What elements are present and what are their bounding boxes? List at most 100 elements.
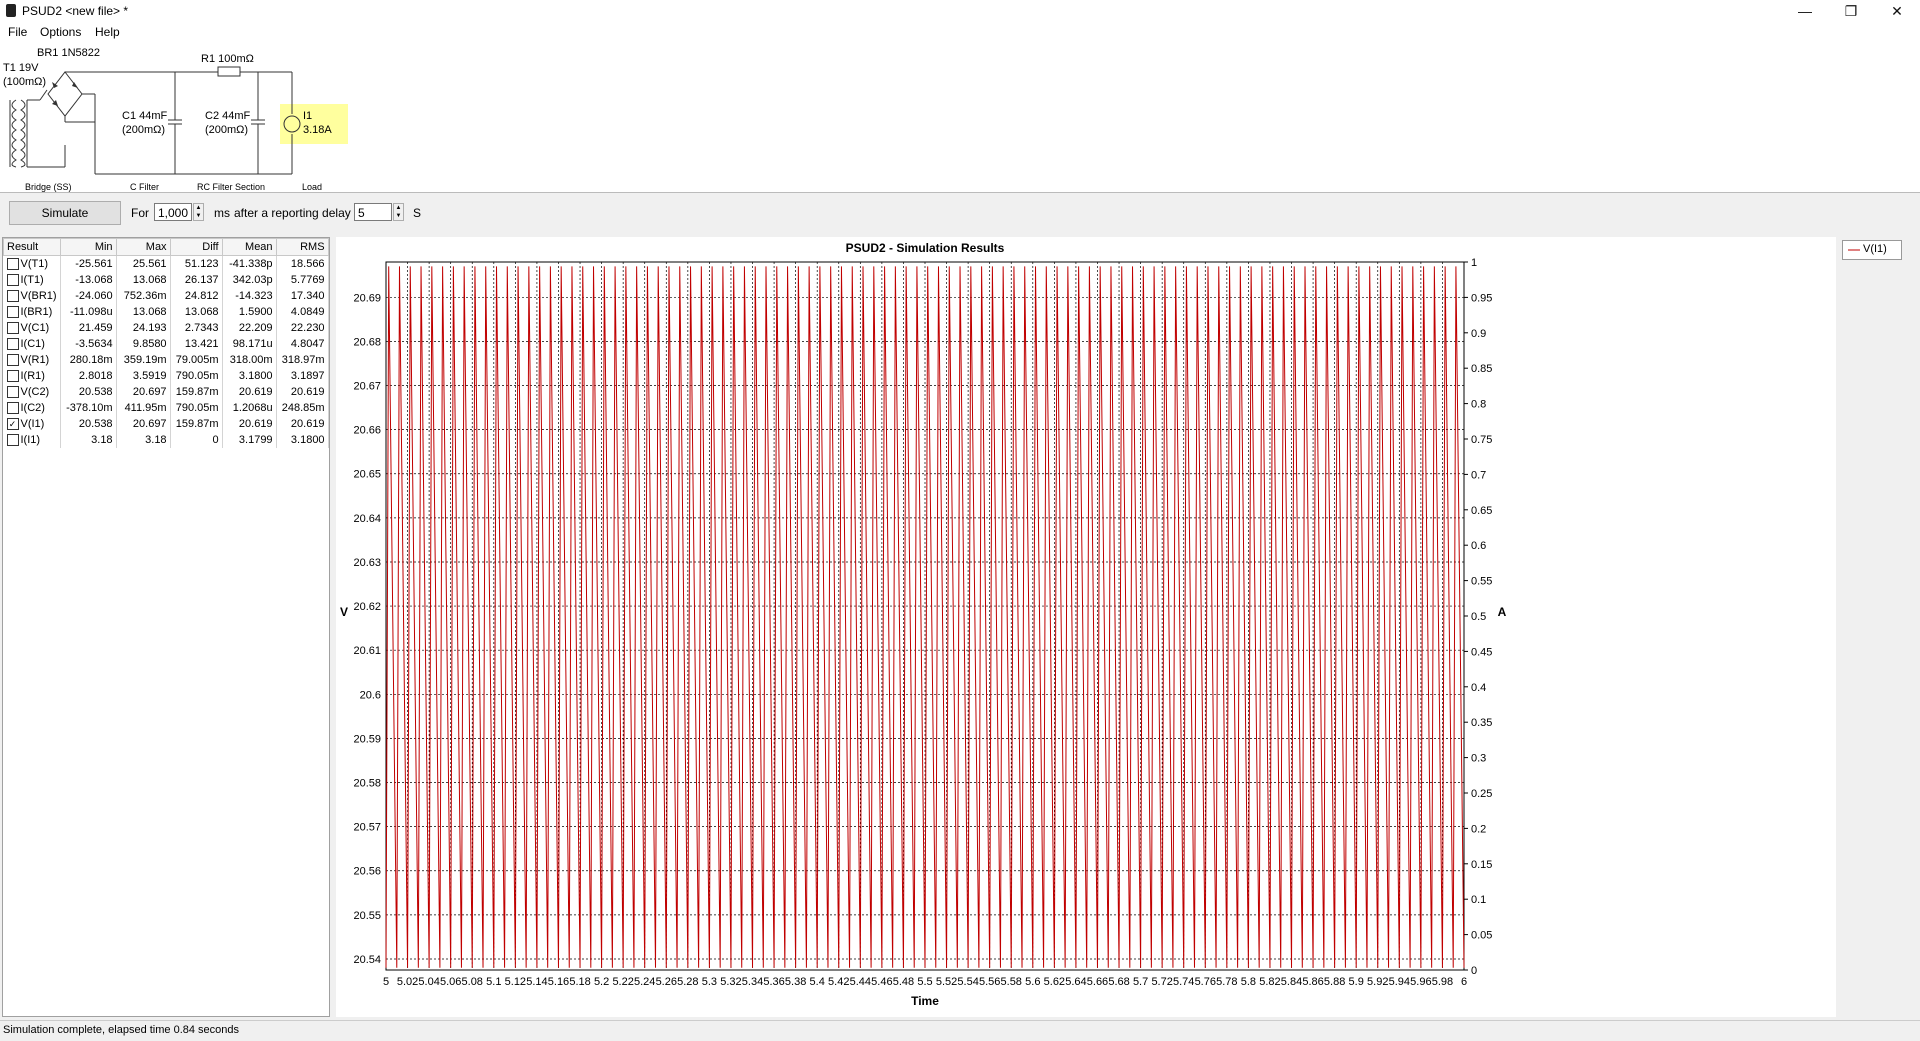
menu-options[interactable]: Options [40,25,81,39]
y2-tick-label: 0.75 [1471,434,1492,446]
result-row[interactable]: I(C2) -378.10m 411.95m 790.05m 1.2068u 248.85… [3,400,329,416]
result-diff-cell: 790.05m [170,368,223,384]
col-diff[interactable]: Diff [169,238,223,256]
col-mean[interactable]: Mean [221,238,277,256]
minimize-button[interactable]: — [1782,0,1828,22]
menu-file[interactable]: File [8,25,27,39]
col-max[interactable]: Max [115,238,171,256]
delay-spinner[interactable]: ▲ ▼ [393,203,404,221]
x-tick-label: 5.9 [1349,976,1364,988]
x-tick-label: 5.44 [850,976,871,988]
result-checkbox[interactable] [6,274,19,287]
result-checkbox[interactable] [6,338,19,351]
result-row[interactable]: V(R1) 280.18m 359.19m 79.005m 318.00m 318.97m [3,352,329,368]
col-rms[interactable]: RMS [275,238,329,256]
result-name-cell[interactable]: V(R1) [3,352,61,368]
result-mean-cell: 342.03p [222,272,277,288]
result-max-cell: 9.8580 [116,336,171,352]
result-mean-cell: 22.209 [222,320,277,336]
result-rms-cell: 4.8047 [276,336,329,352]
x-tick-label: 5.34 [742,976,763,988]
result-checkbox[interactable] [6,386,19,399]
result-mean-cell: 20.619 [222,416,277,432]
result-name-cell[interactable]: V(C1) [3,320,61,336]
result-row[interactable]: V(T1) -25.561 25.561 51.123 -41.338p 18.566 [3,255,329,272]
result-rms-cell: 5.7769 [276,272,329,288]
result-checkbox[interactable] [6,354,19,367]
y-tick-label: 20.67 [353,381,381,393]
result-name-cell[interactable]: I(R1) [3,368,61,384]
i1-value[interactable]: 3.18A [303,124,332,136]
result-row[interactable]: V(BR1) -24.060 752.36m 24.812 -14.323 17.340 [3,288,329,304]
result-min-cell: -24.060 [60,288,117,304]
result-name-cell[interactable]: I(BR1) [3,304,61,320]
result-checkbox[interactable] [6,258,19,271]
result-name-cell[interactable]: I(C2) [3,400,61,416]
result-checkbox[interactable] [6,402,19,415]
result-rms-cell: 3.1800 [276,432,329,448]
result-name-cell[interactable]: ✓ V(I1) [3,416,61,432]
close-button[interactable]: ✕ [1874,0,1920,22]
result-name-cell[interactable]: I(I1) [3,432,61,448]
result-mean-cell: 1.2068u [222,400,277,416]
delay-input[interactable]: 5 [354,203,392,221]
restore-button[interactable]: ❐ [1828,0,1874,22]
result-name-cell[interactable]: V(C2) [3,384,61,400]
y-tick-label: 20.54 [353,954,381,966]
result-diff-cell: 26.137 [170,272,223,288]
duration-input[interactable]: 1,000 [154,203,192,221]
y-tick-label: 20.55 [353,910,381,922]
x-tick-label: 5.14 [526,976,547,988]
y-tick-label: 20.62 [353,601,381,613]
c2-label[interactable]: C2 44mF [205,110,250,122]
result-diff-cell: 2.7343 [170,320,223,336]
result-checkbox[interactable]: ✓ [6,418,19,431]
r1-label[interactable]: R1 100mΩ [201,53,254,65]
simulate-button[interactable]: Simulate [9,201,121,225]
result-row[interactable]: I(I1) 3.18 3.18 0 3.1799 3.1800 [3,432,329,448]
y-tick-label: 20.61 [353,645,381,657]
x-tick-label: 5.82 [1259,976,1280,988]
y2-tick-label: 0.5 [1471,611,1486,623]
results-table: Result Min Max Diff Mean RMS V(T1) -25.56… [3,238,329,448]
c1-label[interactable]: C1 44mF [122,110,167,122]
x-tick-label: 5.1 [486,976,501,988]
y-tick-label: 20.69 [353,292,381,304]
results-panel: Result Min Max Diff Mean RMS V(T1) -25.56… [2,237,330,1017]
result-min-cell: 280.18m [60,352,117,368]
result-min-cell: 3.18 [60,432,117,448]
col-min[interactable]: Min [59,238,117,256]
section-load: Load [302,182,323,192]
result-rms-cell: 22.230 [276,320,329,336]
result-row[interactable]: V(C1) 21.459 24.193 2.7343 22.209 22.230 [3,320,329,336]
result-row[interactable]: I(T1) -13.068 13.068 26.137 342.03p 5.7769 [3,272,329,288]
result-name-cell[interactable]: I(T1) [3,272,61,288]
y-axis-label: V [340,605,348,619]
result-checkbox[interactable] [6,370,19,383]
bridge-label[interactable]: BR1 1N5822 [37,47,100,59]
x-tick-label: 5.22 [612,976,633,988]
result-checkbox[interactable] [6,306,19,319]
col-result[interactable]: Result [3,238,61,256]
x-tick-label: 5.62 [1044,976,1065,988]
result-checkbox[interactable] [6,434,19,447]
result-name-cell[interactable]: I(C1) [3,336,61,352]
result-name-cell[interactable]: V(BR1) [3,288,61,304]
y2-tick-label: 0.95 [1471,292,1492,304]
duration-spinner[interactable]: ▲ ▼ [193,203,204,221]
result-row[interactable]: V(C2) 20.538 20.697 159.87m 20.619 20.619 [3,384,329,400]
chart-title: PSUD2 - Simulation Results [846,241,1005,255]
transformer-label[interactable]: T1 19V [3,62,38,74]
result-row[interactable]: I(C1) -3.5634 9.8580 13.421 98.171u 4.8047 [3,336,329,352]
result-diff-cell: 51.123 [170,255,223,272]
result-checkbox[interactable] [6,322,19,335]
result-row[interactable]: ✓ V(I1) 20.538 20.697 159.87m 20.619 20.619 [3,416,329,432]
result-name-cell[interactable]: V(T1) [3,255,61,272]
i1-label[interactable]: I1 [303,110,312,122]
menu-help[interactable]: Help [95,25,120,39]
y2-tick-label: 0.2 [1471,823,1486,835]
result-min-cell: -3.5634 [60,336,117,352]
result-row[interactable]: I(BR1) -11.098u 13.068 13.068 1.5900 4.0849 [3,304,329,320]
result-row[interactable]: I(R1) 2.8018 3.5919 790.05m 3.1800 3.1897 [3,368,329,384]
result-checkbox[interactable] [6,290,19,303]
